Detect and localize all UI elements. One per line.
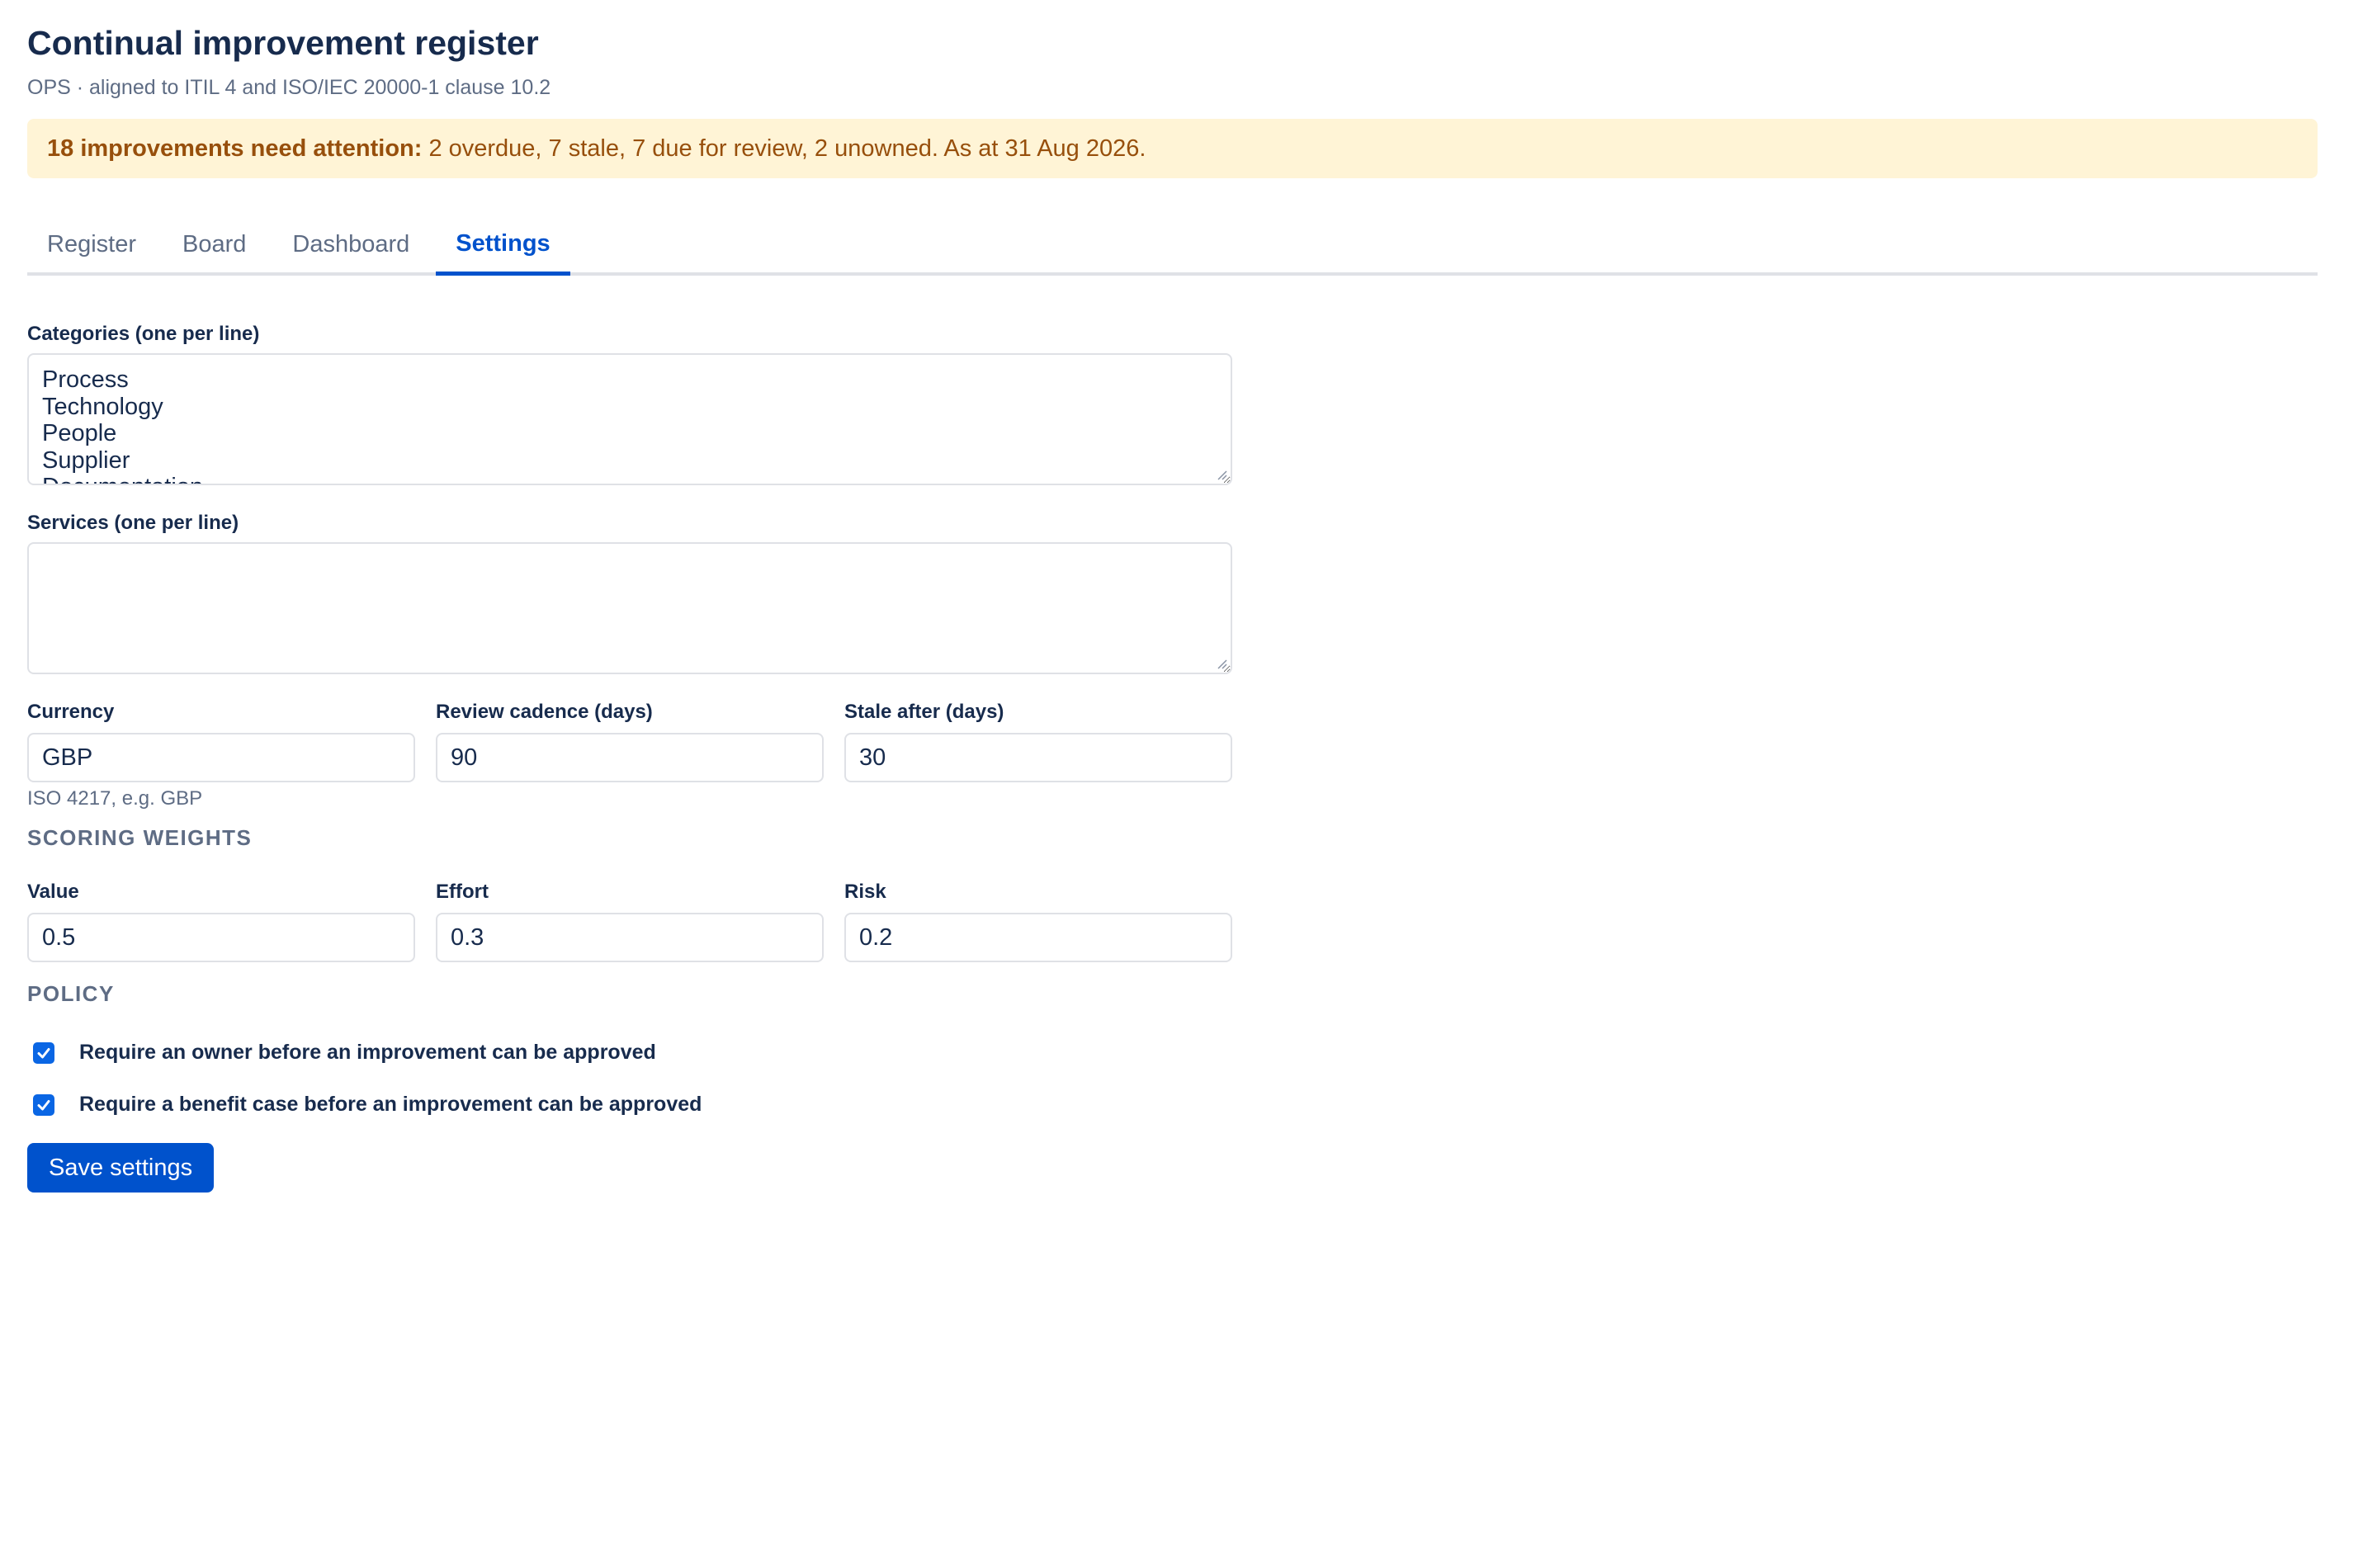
require-owner-label: Require an owner before an improvement c… bbox=[79, 1041, 656, 1064]
tab-board[interactable]: Board bbox=[163, 216, 266, 272]
category-line: Supplier bbox=[42, 446, 130, 474]
require-owner-row: Require an owner before an improvement c… bbox=[33, 1041, 656, 1065]
require-owner-checkbox[interactable] bbox=[33, 1041, 54, 1064]
weight-effort-label: Effort bbox=[436, 881, 489, 903]
categories-label: Categories (one per line) bbox=[27, 323, 260, 345]
attention-alert: 18 improvements need attention: 2 overdu… bbox=[27, 119, 2318, 178]
resize-grip-icon[interactable] bbox=[1216, 469, 1227, 480]
categories-textarea[interactable]: Process Technology People Supplier Docum… bbox=[27, 353, 1232, 485]
tab-register[interactable]: Register bbox=[27, 216, 156, 272]
weight-value-label: Value bbox=[27, 881, 79, 903]
currency-field: Currency GBP ISO 4217, e.g. GBP bbox=[27, 700, 415, 810]
tab-settings[interactable]: Settings bbox=[436, 216, 570, 276]
checkmark-icon bbox=[37, 1099, 50, 1110]
tab-dashboard[interactable]: Dashboard bbox=[272, 216, 429, 272]
currency-label: Currency bbox=[27, 701, 115, 723]
currency-input[interactable]: GBP bbox=[27, 733, 415, 782]
weight-value-field: Value 0.5 bbox=[27, 880, 415, 962]
currency-help: ISO 4217, e.g. GBP bbox=[27, 787, 203, 810]
save-settings-button[interactable]: Save settings bbox=[27, 1143, 215, 1193]
category-line: Process bbox=[42, 366, 129, 393]
stale-after-input[interactable]: 30 bbox=[844, 733, 1232, 782]
page-subtitle: OPS · aligned to ITIL 4 and ISO/IEC 2000… bbox=[27, 76, 551, 99]
stale-after-field: Stale after (days) 30 bbox=[844, 700, 1232, 782]
weight-risk-input[interactable]: 0.2 bbox=[844, 913, 1232, 962]
review-cadence-input[interactable]: 90 bbox=[436, 733, 824, 782]
policy-heading: POLICY bbox=[27, 981, 115, 1006]
scoring-weights-heading: SCORING WEIGHTS bbox=[27, 825, 253, 850]
weight-effort-field: Effort 0.3 bbox=[436, 880, 824, 962]
page-title: Continual improvement register bbox=[27, 24, 539, 62]
require-benefit-label: Require a benefit case before an improve… bbox=[79, 1093, 702, 1116]
resize-grip-icon[interactable] bbox=[1216, 658, 1227, 669]
stale-after-label: Stale after (days) bbox=[844, 701, 1004, 723]
alert-summary: 18 improvements need attention: bbox=[47, 135, 423, 162]
review-cadence-label: Review cadence (days) bbox=[436, 701, 653, 723]
tab-bar: Register Board Dashboard Settings bbox=[27, 216, 2318, 276]
require-benefit-checkbox[interactable] bbox=[33, 1093, 54, 1116]
services-textarea[interactable] bbox=[27, 542, 1232, 674]
alert-details: 2 overdue, 7 stale, 7 due for review, 2 … bbox=[428, 135, 1146, 162]
category-line: People bbox=[42, 420, 117, 446]
weight-value-input[interactable]: 0.5 bbox=[27, 913, 415, 962]
weight-effort-input[interactable]: 0.3 bbox=[436, 913, 824, 962]
category-line: Technology bbox=[42, 393, 163, 420]
category-line: Documentation bbox=[42, 474, 1217, 484]
services-label: Services (one per line) bbox=[27, 512, 239, 534]
review-cadence-field: Review cadence (days) 90 bbox=[436, 700, 824, 782]
checkmark-icon bbox=[37, 1047, 50, 1058]
weight-risk-label: Risk bbox=[844, 881, 886, 903]
require-benefit-row: Require a benefit case before an improve… bbox=[33, 1093, 702, 1117]
weight-risk-field: Risk 0.2 bbox=[844, 880, 1232, 962]
